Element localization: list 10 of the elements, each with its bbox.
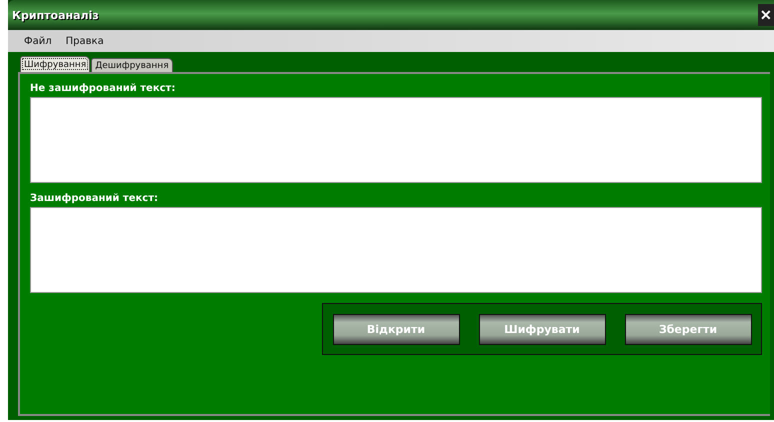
tab[interactable]: Шифрування — [20, 56, 90, 72]
text-area[interactable] — [30, 207, 762, 293]
tab[interactable]: Дешифрування — [91, 58, 173, 72]
field-label: Не зашифрований текст: — [30, 83, 176, 94]
field-label: Зашифрований текст: — [30, 193, 159, 204]
window-title: Криптоаналіз — [11, 8, 99, 22]
menu-item[interactable]: Правка — [66, 36, 104, 46]
menu-item[interactable]: Файл — [24, 36, 52, 46]
text-area[interactable] — [30, 97, 762, 183]
close-button[interactable]: ✕ — [758, 4, 774, 26]
